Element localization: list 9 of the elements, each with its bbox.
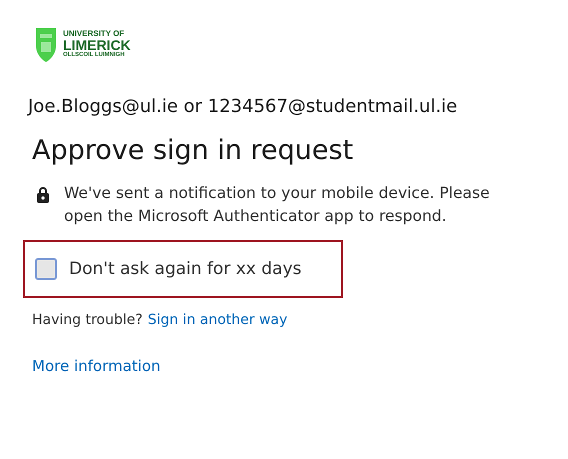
more-information-link[interactable]: More information (32, 357, 161, 375)
remember-label: Don't ask again for xx days (69, 259, 302, 279)
trouble-text: Having trouble? (32, 312, 143, 328)
account-email: Joe.Bloggs@ul.ie or 1234567@studentmail.ul.ie (28, 96, 458, 117)
sign-in-another-way-link[interactable]: Sign in another way (148, 312, 288, 328)
page-title: Approve sign in request (32, 135, 354, 166)
notification-message: We've sent a notification to your mobile device. Please open the Microsoft Authenticator app to respond. (64, 183, 491, 227)
remember-checkbox[interactable] (35, 258, 57, 280)
lock-icon (36, 186, 50, 203)
